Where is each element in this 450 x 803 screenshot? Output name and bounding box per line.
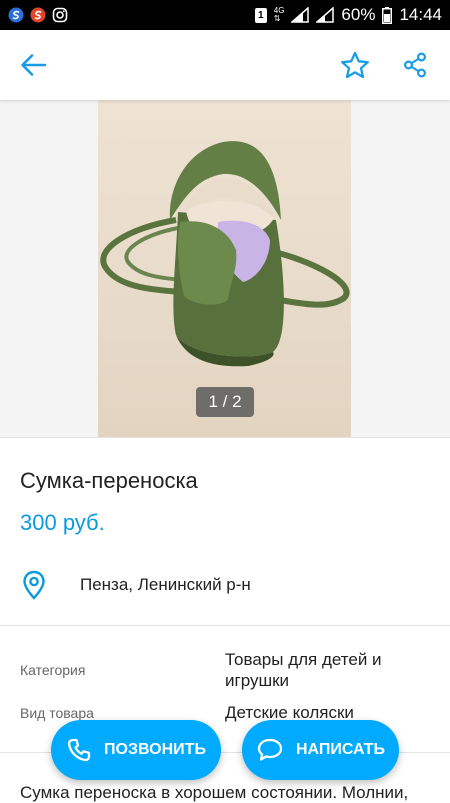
param-label-category: Категория [20, 662, 86, 678]
photo-counter: 1 / 2 [196, 387, 254, 417]
listing-description: Сумка переноска в хорошем состоянии. Мол… [20, 783, 409, 802]
status-bar: 1 4G ⇅ 60% 14:44 [0, 0, 450, 30]
map-pin-icon [22, 570, 46, 605]
sim-slot-badge: 1 [254, 7, 267, 23]
write-button-label: НАПИСАТЬ [295, 741, 386, 758]
network-type: 4G ⇅ [273, 6, 285, 23]
app-notification-icon [8, 7, 24, 23]
listing-price: 300 руб. [20, 510, 105, 535]
listing-title: Сумка-переноска [20, 468, 198, 493]
clock: 14:44 [399, 5, 442, 24]
signal-icon [291, 7, 310, 23]
divider [0, 625, 450, 626]
system-icons: 1 4G ⇅ 60% 14:44 [254, 5, 442, 25]
chat-bubble-icon [257, 738, 283, 761]
signal-roaming-icon [316, 7, 335, 23]
notification-icons [8, 7, 68, 23]
divider [0, 437, 450, 438]
star-outline-icon [341, 51, 369, 79]
favorite-button[interactable] [327, 30, 383, 100]
call-button[interactable]: ПОЗВОНИТЬ [51, 720, 221, 780]
share-button[interactable] [387, 30, 443, 100]
battery-percent: 60% [341, 5, 376, 24]
write-button[interactable]: НАПИСАТЬ [242, 720, 399, 780]
param-label-type: Вид товара [20, 705, 94, 721]
battery-icon [382, 6, 393, 24]
param-value-category: Товары для детей и игрушки [225, 650, 382, 690]
listing-photo[interactable]: 1 / 2 [98, 100, 351, 437]
share-icon [403, 52, 427, 78]
listing-location[interactable]: Пенза, Ленинский р-н [80, 575, 251, 595]
app-notification-icon [30, 7, 46, 23]
call-button-label: ПОЗВОНИТЬ [104, 741, 206, 758]
phone-icon [67, 738, 91, 762]
photo-gallery[interactable]: 1 / 2 [0, 100, 450, 437]
back-button[interactable] [5, 30, 61, 100]
toolbar [0, 30, 450, 100]
arrow-left-icon [21, 54, 47, 76]
instagram-icon [52, 7, 68, 23]
